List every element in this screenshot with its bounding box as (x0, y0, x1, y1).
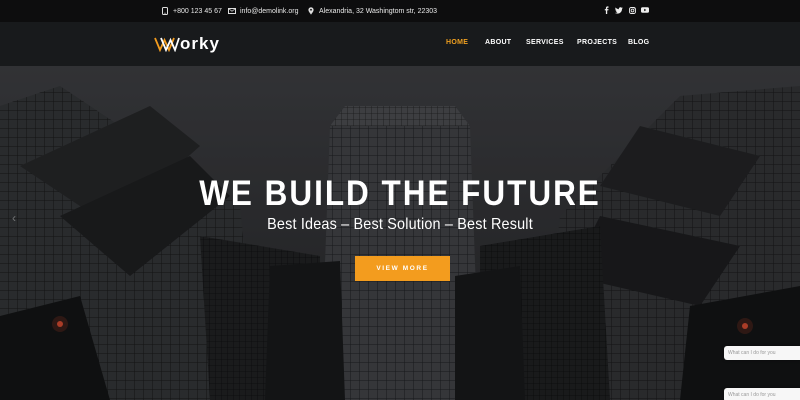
social-links (602, 6, 649, 14)
logo-text: orky (180, 34, 220, 53)
slider-prev-arrow-icon[interactable]: ‹ (12, 211, 16, 225)
address-text: Alexandria, 32 Washingtom str, 22303 (319, 7, 438, 15)
chat-popup[interactable]: What can I do for you (724, 388, 800, 400)
logo-w-mark (154, 37, 180, 52)
address-contact: Alexandria, 32 Washingtom str, 22303 (307, 0, 437, 22)
nav-services[interactable]: SERVICES (526, 39, 564, 46)
nav-projects[interactable]: PROJECTS (577, 39, 617, 46)
hero-subtitle: Best Ideas – Best Solution – Best Result (267, 216, 533, 233)
logo[interactable]: orky (154, 33, 220, 55)
page: +800 123 45 67 info@demolink.org Alexand… (0, 0, 800, 400)
view-more-button[interactable]: VIEW MORE (355, 256, 450, 281)
instagram-icon[interactable] (628, 6, 636, 14)
youtube-icon[interactable] (641, 6, 649, 14)
hero-title: WE BUILD THE FUTURE (199, 174, 601, 213)
phone-contact[interactable]: +800 123 45 67 (161, 0, 222, 22)
site-header: orky HOME ABOUT SERVICES PROJECTS BLOG (0, 22, 800, 66)
nav-home[interactable]: HOME (446, 39, 468, 46)
twitter-icon[interactable] (615, 6, 623, 14)
chat-popup[interactable]: What can I do for you (724, 346, 800, 360)
map-pin-icon (307, 7, 315, 15)
facebook-icon[interactable] (602, 6, 610, 14)
phone-text: +800 123 45 67 (173, 7, 222, 15)
top-contact-bar: +800 123 45 67 info@demolink.org Alexand… (0, 0, 800, 22)
envelope-icon (228, 7, 236, 15)
hero-section: ‹ WE BUILD THE FUTURE Best Ideas – Best … (0, 66, 800, 400)
email-text: info@demolink.org (240, 7, 299, 15)
nav-about[interactable]: ABOUT (485, 39, 511, 46)
email-contact[interactable]: info@demolink.org (228, 0, 298, 22)
phone-icon (161, 7, 169, 15)
nav-blog[interactable]: BLOG (628, 39, 649, 46)
